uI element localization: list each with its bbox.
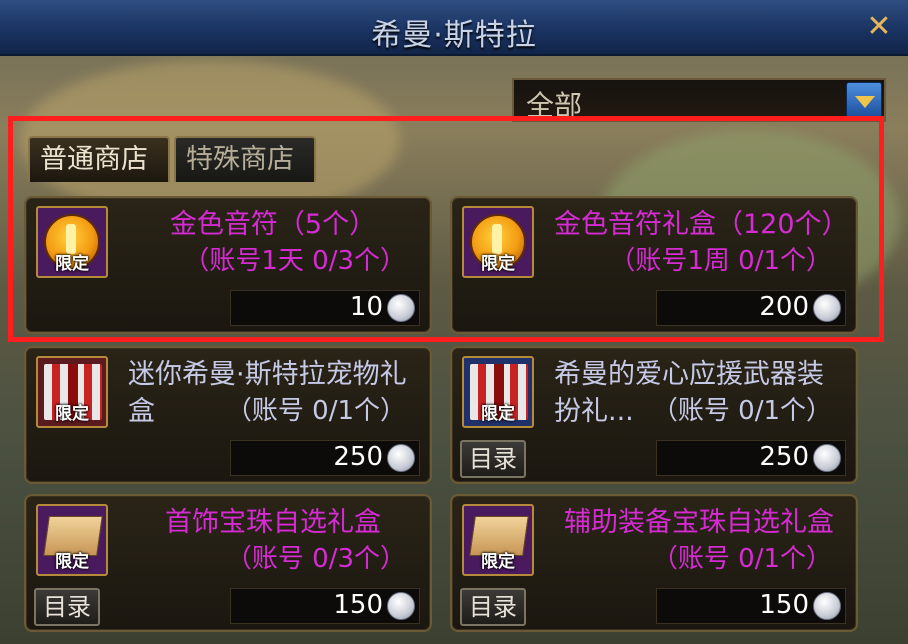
- item-name: 首饰宝珠自选礼盒: [165, 507, 381, 538]
- dropdown-toggle-button[interactable]: [846, 82, 882, 118]
- item-purchase-limit: （账号 0/3个）: [225, 544, 406, 574]
- limited-badge: 限定: [481, 404, 515, 424]
- item-card[interactable]: 限定 希曼的爱心应援武器装扮礼... （账号 0/1个） 目录 250: [450, 346, 858, 484]
- item-price: 250: [759, 442, 809, 472]
- item-card[interactable]: 限定 金色音符礼盒（120个） （账号1周 0/1个） 200: [450, 196, 858, 334]
- item-price: 10: [349, 292, 383, 322]
- silver-coin-icon: [813, 294, 841, 322]
- price-box: 150: [230, 588, 420, 624]
- window-title: 希曼·斯特拉: [371, 18, 537, 53]
- item-purchase-limit: （账号1天 0/3个）: [183, 246, 406, 276]
- item-purchase-limit: （账号1周 0/1个）: [609, 246, 832, 276]
- limited-badge: 限定: [481, 552, 515, 572]
- item-card[interactable]: 限定 迷你希曼·斯特拉宠物礼盒 （账号 0/1个） 250: [24, 346, 432, 484]
- title-bar: 希曼·斯特拉 ✕: [0, 0, 908, 56]
- limited-badge: 限定: [481, 254, 515, 274]
- category-dropdown[interactable]: 全部: [512, 78, 886, 122]
- limited-badge: 限定: [55, 552, 89, 572]
- item-price: 250: [333, 442, 383, 472]
- tab-special-shop[interactable]: 特殊商店: [174, 136, 316, 182]
- silver-coin-icon: [387, 294, 415, 322]
- item-icon-frame: 限定: [36, 206, 108, 278]
- item-purchase-limit: （账号 0/1个）: [651, 544, 832, 574]
- item-icon-frame: 限定: [36, 356, 108, 428]
- chevron-down-icon: [855, 96, 875, 108]
- item-icon-frame: 限定: [462, 356, 534, 428]
- item-name: 金色音符（5个）: [169, 209, 377, 240]
- item-price: 200: [759, 292, 809, 322]
- tab-normal-shop[interactable]: 普通商店: [28, 136, 170, 182]
- item-card[interactable]: 限定 首饰宝珠自选礼盒 （账号 0/3个） 目录 150: [24, 494, 432, 632]
- item-price: 150: [759, 590, 809, 620]
- limited-badge: 限定: [55, 254, 89, 274]
- catalog-button[interactable]: 目录: [460, 588, 526, 626]
- close-button[interactable]: ✕: [862, 8, 896, 46]
- price-box: 10: [230, 290, 420, 326]
- item-price: 150: [333, 590, 383, 620]
- silver-coin-icon: [813, 592, 841, 620]
- item-name: 辅助装备宝珠自选礼盒: [564, 507, 834, 538]
- silver-coin-icon: [387, 444, 415, 472]
- item-name: 金色音符礼盒（120个）: [554, 209, 849, 240]
- item-card[interactable]: 限定 辅助装备宝珠自选礼盒 （账号 0/1个） 目录 150: [450, 494, 858, 632]
- limited-badge: 限定: [55, 404, 89, 424]
- item-purchase-limit: （账号 0/1个）: [225, 396, 406, 426]
- item-card[interactable]: 限定 金色音符（5个） （账号1天 0/3个） 10: [24, 196, 432, 334]
- item-icon-frame: 限定: [36, 504, 108, 576]
- price-box: 250: [230, 440, 420, 476]
- shop-window: 希曼·斯特拉 ✕ 全部 普通商店 特殊商店 限定 金色音符（5个） （账号1天 …: [0, 0, 908, 644]
- item-icon-frame: 限定: [462, 504, 534, 576]
- price-box: 200: [656, 290, 846, 326]
- item-icon-frame: 限定: [462, 206, 534, 278]
- price-box: 250: [656, 440, 846, 476]
- silver-coin-icon: [813, 444, 841, 472]
- catalog-button[interactable]: 目录: [34, 588, 100, 626]
- dropdown-selected-value: 全部: [526, 89, 583, 122]
- catalog-button[interactable]: 目录: [460, 440, 526, 478]
- silver-coin-icon: [387, 592, 415, 620]
- item-purchase-limit: （账号 0/1个）: [651, 396, 832, 426]
- price-box: 150: [656, 588, 846, 624]
